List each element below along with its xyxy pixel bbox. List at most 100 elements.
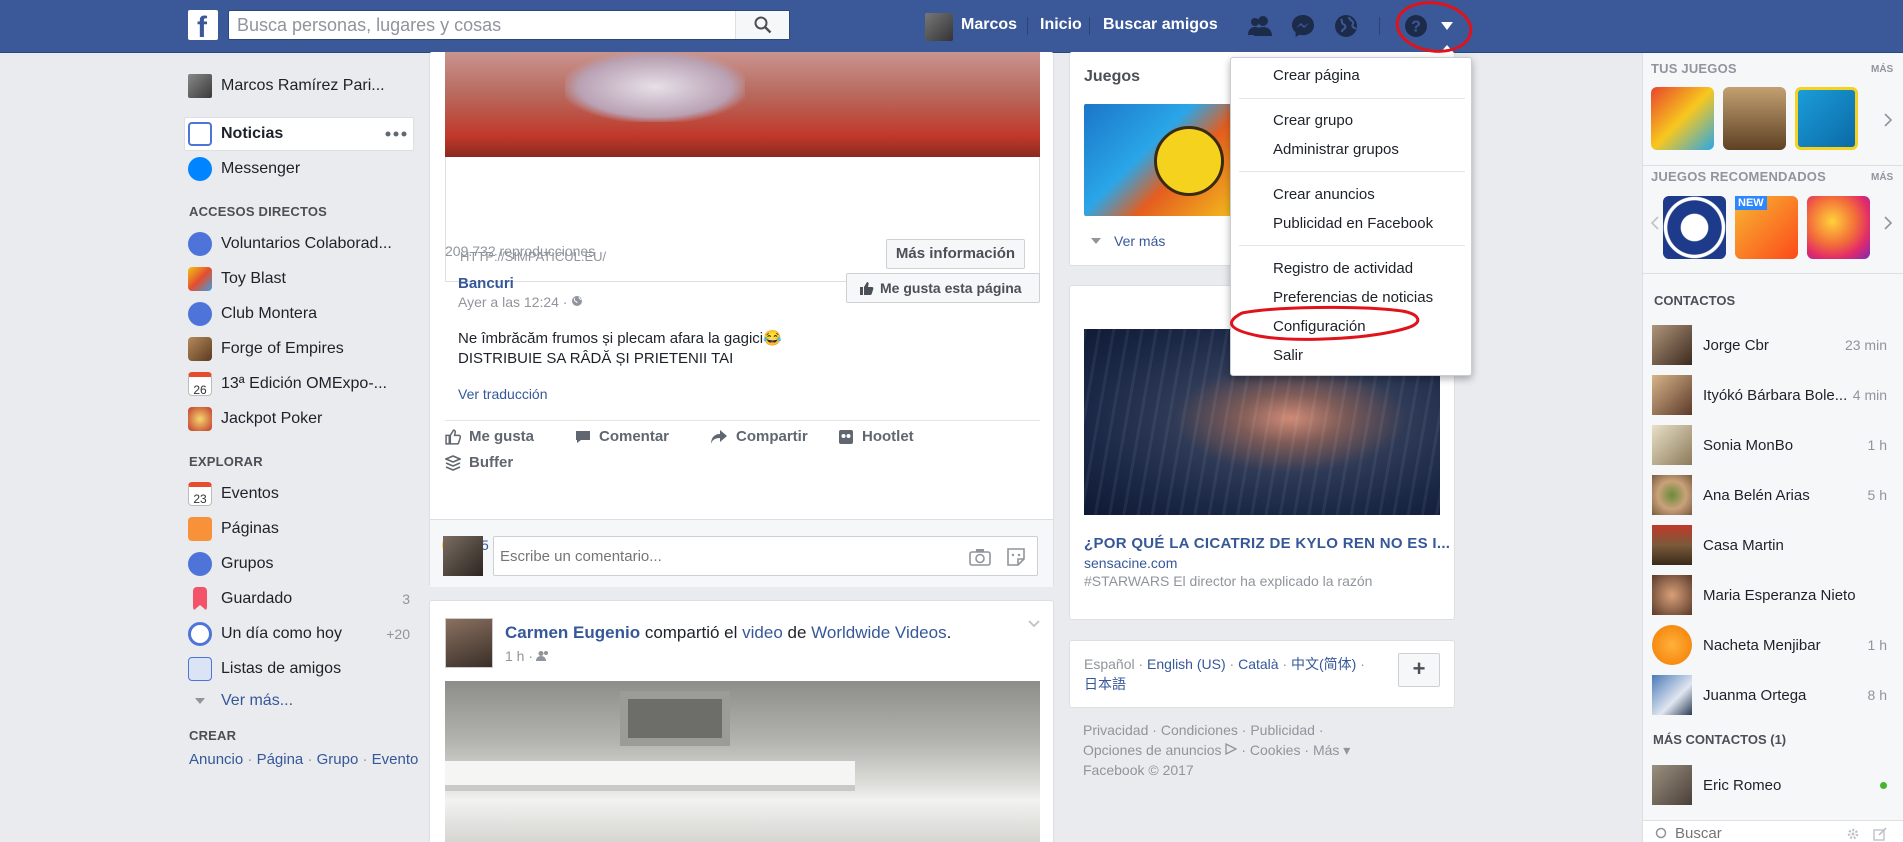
language-link[interactable]: 日本語	[1084, 676, 1126, 692]
link-attachment[interactable]: HTTP://SIMPATICUL.EU/ Más información	[445, 157, 1040, 282]
chevron-down-icon[interactable]	[1027, 619, 1041, 629]
menu-item-news-preferences[interactable]: Preferencias de noticias	[1273, 289, 1433, 306]
sidebar-see-more[interactable]: Ver más...	[188, 686, 293, 716]
menu-item-advertising[interactable]: Publicidad en Facebook	[1273, 215, 1433, 232]
find-friends-link[interactable]: Buscar amigos	[1103, 16, 1218, 34]
help-icon[interactable]: ?	[1404, 14, 1428, 38]
recommended-more-link[interactable]: MÁS	[1871, 172, 1893, 183]
footer-link[interactable]: Opciones de anuncios	[1083, 742, 1222, 758]
contact-item[interactable]: Juanma Ortega 8 h	[1652, 674, 1887, 716]
sidebar-item-saved[interactable]: Guardado 3	[188, 584, 410, 614]
share-button[interactable]: Compartir	[710, 428, 808, 445]
footer-link[interactable]: Publicidad	[1250, 722, 1315, 738]
sticker-icon[interactable]	[1006, 547, 1026, 567]
search-input[interactable]	[229, 11, 734, 39]
contact-item[interactable]: Eric Romeo	[1652, 764, 1887, 806]
like-button[interactable]: Me gusta	[445, 428, 534, 445]
menu-item-create-group[interactable]: Crear grupo	[1273, 112, 1353, 129]
post-timestamp[interactable]: Ayer a las 12:24 ·	[458, 294, 583, 310]
contact-item[interactable]: Sonia MonBo 1 h	[1652, 424, 1887, 466]
footer-link[interactable]: Más ▾	[1313, 742, 1350, 758]
sidebar-item-shortcut[interactable]: Forge of Empires	[188, 334, 344, 364]
article-title[interactable]: ¿POR QUÉ LA CICATRIZ DE KYLO REN NO ES I…	[1084, 535, 1450, 552]
search-button[interactable]	[735, 11, 789, 39]
camera-icon[interactable]	[969, 548, 991, 566]
sidebar-item-shortcut[interactable]: Toy Blast	[188, 264, 286, 294]
more-info-button[interactable]: Más información	[886, 239, 1025, 269]
your-games-more-link[interactable]: MÁS	[1871, 64, 1893, 75]
sidebar-item-profile[interactable]: Marcos Ramírez Pari...	[188, 71, 385, 101]
avatar[interactable]	[445, 618, 493, 668]
sidebar-item-shortcut[interactable]: Jackpot Poker	[188, 404, 322, 434]
video-thumbnail[interactable]	[445, 52, 1040, 157]
contact-item[interactable]: Maria Esperanza Nieto	[1652, 574, 1887, 616]
comment-input[interactable]	[494, 537, 954, 575]
facebook-logo[interactable]: f	[188, 10, 218, 40]
menu-item-manage-groups[interactable]: Administrar grupos	[1273, 141, 1399, 158]
author-link[interactable]: Carmen Eugenio	[505, 623, 640, 642]
language-link[interactable]: English (US)	[1147, 656, 1226, 672]
sidebar-item-on-this-day[interactable]: Un día como hoy +20	[188, 619, 410, 649]
create-ad-link[interactable]: Anuncio	[189, 751, 243, 768]
sidebar-item-pages[interactable]: Páginas	[188, 514, 410, 544]
friend-requests-icon[interactable]	[1246, 12, 1274, 40]
avatar[interactable]	[925, 13, 953, 41]
create-group-link[interactable]: Grupo	[317, 751, 359, 768]
chevron-left-icon[interactable]	[1650, 216, 1660, 230]
buffer-button[interactable]: Buffer	[445, 454, 513, 471]
page-link[interactable]: Worldwide Videos	[811, 623, 946, 642]
video-link[interactable]: video	[742, 623, 783, 642]
sidebar-item-shortcut[interactable]: Club Montera	[188, 299, 317, 329]
footer-link[interactable]: Cookies	[1250, 742, 1301, 758]
game-tile[interactable]	[1663, 196, 1726, 259]
chevron-right-icon[interactable]	[1883, 216, 1893, 230]
contact-item[interactable]: Nacheta Menjibar 1 h	[1652, 624, 1887, 666]
see-translation-link[interactable]: Ver traducción	[458, 386, 548, 402]
menu-item-create-ads[interactable]: Crear anuncios	[1273, 186, 1375, 203]
footer-link[interactable]: Condiciones	[1161, 722, 1238, 738]
hootlet-button[interactable]: Hootlet	[838, 428, 914, 445]
account-menu-chevron-down-icon[interactable]	[1440, 21, 1454, 31]
sidebar-item-groups[interactable]: Grupos	[188, 549, 410, 579]
footer-link[interactable]: Privacidad	[1083, 722, 1148, 738]
like-page-button[interactable]: Me gusta esta página	[846, 273, 1040, 303]
sidebar-item-shortcut[interactable]: 26 13ª Edición OMExpo-...	[188, 369, 387, 399]
contact-item[interactable]: Ana Belén Arias 5 h	[1652, 474, 1887, 516]
comment-button[interactable]: Comentar	[575, 428, 669, 445]
chevron-right-icon[interactable]	[1883, 113, 1893, 127]
create-page-link[interactable]: Página	[257, 751, 304, 768]
game-thumbnail[interactable]	[1084, 104, 1244, 216]
more-options-icon[interactable]	[385, 131, 407, 137]
chat-search-input[interactable]	[1675, 823, 1825, 842]
page-name[interactable]: Bancuri	[458, 275, 514, 292]
messages-icon[interactable]	[1290, 13, 1316, 39]
sidebar-item-friend-lists[interactable]: Listas de amigos	[188, 654, 410, 684]
game-tile[interactable]	[1723, 87, 1786, 150]
games-see-more[interactable]: Ver más	[1090, 233, 1165, 249]
globe-notifications-icon[interactable]	[1333, 13, 1359, 39]
contact-item[interactable]: Jorge Cbr 23 min	[1652, 324, 1887, 366]
game-tile[interactable]	[1807, 196, 1870, 259]
game-tile[interactable]: NEW	[1735, 196, 1798, 259]
compose-icon[interactable]	[1873, 827, 1887, 841]
contact-item[interactable]: Casa Martin	[1652, 524, 1887, 566]
contact-item[interactable]: Ityókó Bárbara Bole... 4 min	[1652, 374, 1887, 416]
sidebar-item-shortcut[interactable]: Voluntarios Colaborad...	[188, 229, 392, 259]
menu-item-create-page[interactable]: Crear página	[1273, 67, 1360, 84]
menu-item-settings[interactable]: Configuración	[1273, 318, 1366, 335]
menu-item-log-out[interactable]: Salir	[1273, 347, 1303, 364]
add-language-button[interactable]: +	[1398, 653, 1440, 687]
home-link[interactable]: Inicio	[1040, 16, 1082, 34]
game-tile[interactable]	[1795, 87, 1858, 150]
language-link[interactable]: 中文(简体)	[1291, 656, 1356, 672]
video-thumbnail[interactable]	[445, 681, 1040, 842]
create-event-link[interactable]: Evento	[372, 751, 419, 768]
sidebar-item-news[interactable]: Noticias	[188, 119, 283, 149]
game-tile[interactable]	[1651, 87, 1714, 150]
sidebar-item-messenger[interactable]: Messenger	[188, 154, 300, 184]
sidebar-item-events[interactable]: 23 Eventos	[188, 479, 410, 509]
post-timestamp[interactable]: 1 h ·	[505, 648, 550, 664]
menu-item-activity-log[interactable]: Registro de actividad	[1273, 260, 1413, 277]
article-source[interactable]: sensacine.com	[1084, 555, 1177, 571]
language-link[interactable]: Català	[1238, 656, 1278, 672]
